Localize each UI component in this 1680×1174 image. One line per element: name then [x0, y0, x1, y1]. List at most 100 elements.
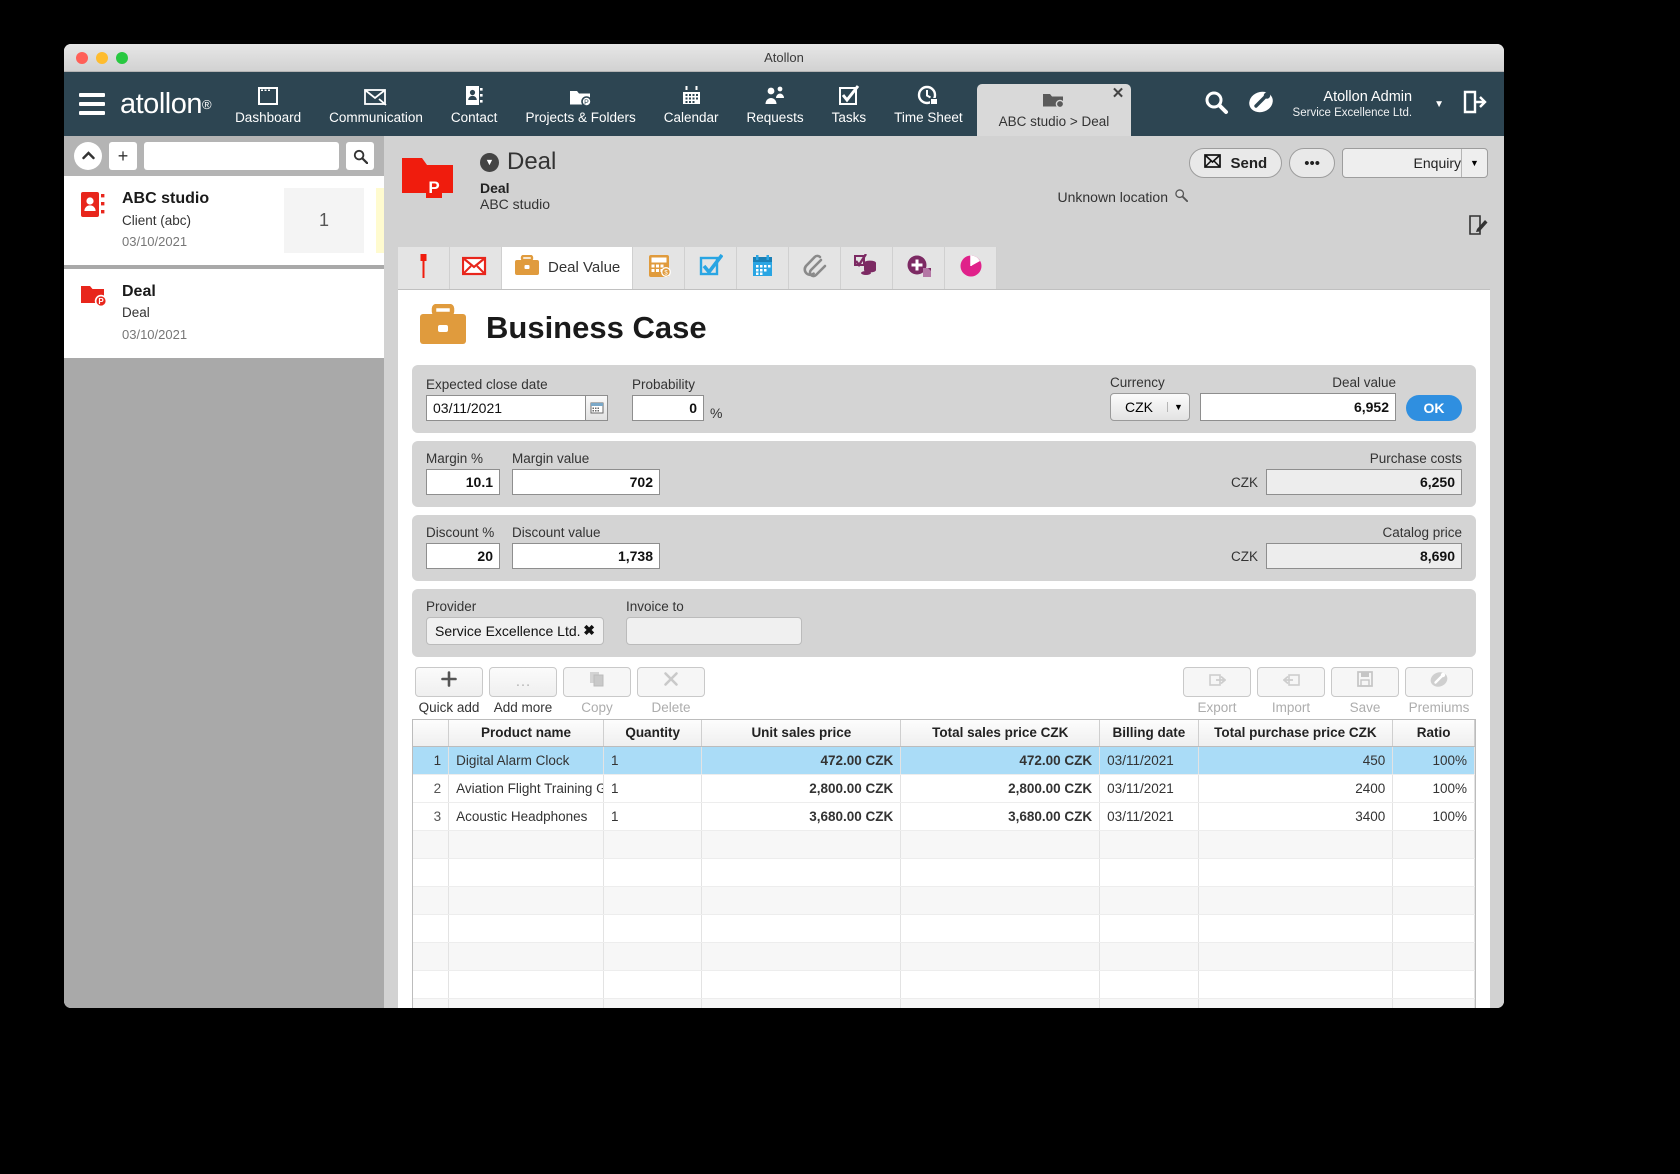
cell-qty[interactable]: 1: [603, 774, 703, 803]
open-record-tab[interactable]: ✕ ABC studio > Deal: [976, 84, 1132, 136]
add-more-button[interactable]: …: [489, 666, 557, 697]
col-quantity[interactable]: Quantity: [603, 719, 703, 747]
deal-value-label: Deal value: [1332, 374, 1396, 390]
cell-empty: [413, 914, 450, 943]
cell-unit-price[interactable]: 3,680.00 CZK: [701, 802, 902, 831]
add-record-button[interactable]: +: [109, 142, 137, 170]
list-item[interactable]: ABC studio Client (abc) 03/10/2021 1: [64, 176, 384, 269]
global-search-icon[interactable]: [1203, 89, 1229, 120]
cell-total-price[interactable]: 2,800.00 CZK: [900, 774, 1101, 803]
cell-qty[interactable]: 1: [603, 746, 703, 775]
sidebar-search-icon[interactable]: [346, 142, 374, 170]
cell-billing-date[interactable]: 03/11/2021: [1099, 802, 1199, 831]
probability-input[interactable]: [632, 394, 704, 421]
col-unit-sales-price[interactable]: Unit sales price: [701, 719, 902, 747]
clear-provider-icon[interactable]: ✖: [583, 622, 595, 639]
quick-add-button[interactable]: [415, 666, 483, 697]
expected-close-date-input[interactable]: [426, 394, 586, 421]
table-row[interactable]: 1 Digital Alarm Clock 1 472.00 CZK 472.0…: [413, 746, 1475, 775]
currency-select[interactable]: CZK ▼: [1110, 392, 1190, 421]
margin-pct-input[interactable]: [426, 468, 500, 495]
cell-total-price[interactable]: 3,680.00 CZK: [900, 802, 1101, 831]
cell-empty: [1099, 914, 1199, 943]
tab-calendar[interactable]: [737, 246, 790, 289]
nav-item-projects-folders[interactable]: P Projects & Folders: [511, 72, 649, 136]
provider-value-chip[interactable]: Service Excellence Ltd. ✖: [426, 616, 604, 645]
nav-item-dashboard[interactable]: Dashboard: [221, 72, 315, 136]
cell-empty: [900, 970, 1101, 999]
discount-value-input[interactable]: [512, 542, 660, 569]
cell-product[interactable]: Aviation Flight Training Gl: [448, 774, 604, 803]
discount-pct-input[interactable]: [426, 542, 500, 569]
cell-qty[interactable]: 1: [603, 802, 703, 831]
table-row-empty[interactable]: [413, 998, 1475, 1008]
user-menu[interactable]: Atollon Admin Service Excellence Ltd.: [1293, 88, 1413, 121]
cell-billing-date[interactable]: 03/11/2021: [1099, 746, 1199, 775]
tab-pin[interactable]: [398, 246, 450, 289]
invoice-to-input[interactable]: [626, 616, 802, 645]
cell-total-price[interactable]: 472.00 CZK: [900, 746, 1101, 775]
nav-item-time-sheet[interactable]: Time Sheet: [880, 72, 977, 136]
nav-item-calendar[interactable]: Calendar: [650, 72, 733, 136]
table-row-empty[interactable]: [413, 914, 1475, 943]
table-row[interactable]: 2 Aviation Flight Training Gl 1 2,800.00…: [413, 774, 1475, 803]
calendar-picker-icon[interactable]: [586, 394, 608, 421]
ok-button[interactable]: OK: [1406, 394, 1462, 421]
cell-product[interactable]: Acoustic Headphones: [448, 802, 604, 831]
close-tab-icon[interactable]: ✕: [1112, 86, 1125, 101]
purchase-costs-input[interactable]: [1266, 468, 1462, 495]
collapse-up-button[interactable]: [74, 142, 102, 170]
tab-attachments[interactable]: [789, 246, 842, 289]
catalog-price-input[interactable]: [1266, 542, 1462, 569]
settings-wrench-icon[interactable]: [1247, 89, 1275, 120]
table-row-empty[interactable]: [413, 886, 1475, 915]
sidebar-search-input[interactable]: [144, 142, 339, 170]
chevron-down-icon[interactable]: ▼: [1461, 149, 1487, 177]
cell-unit-price[interactable]: 2,800.00 CZK: [701, 774, 902, 803]
cell-unit-price[interactable]: 472.00 CZK: [701, 746, 902, 775]
tab-pie-chart[interactable]: [945, 246, 998, 289]
table-row-empty[interactable]: [413, 830, 1475, 859]
table-row-empty[interactable]: [413, 942, 1475, 971]
cell-purchase-price[interactable]: 450: [1198, 746, 1394, 775]
nav-item-requests[interactable]: Requests: [733, 72, 818, 136]
cell-ratio[interactable]: 100%: [1392, 802, 1475, 831]
record-location[interactable]: Unknown location: [1057, 188, 1189, 205]
quick-add-action[interactable]: Quick add: [412, 666, 486, 715]
table-row[interactable]: 3 Acoustic Headphones 1 3,680.00 CZK 3,6…: [413, 802, 1475, 831]
tab-deal-value[interactable]: Deal Value: [502, 246, 634, 289]
hamburger-menu-icon[interactable]: [64, 72, 120, 136]
edit-document-icon[interactable]: [1057, 214, 1488, 240]
deal-value-input[interactable]: [1200, 392, 1396, 421]
cell-ratio[interactable]: 100%: [1392, 774, 1475, 803]
add-more-action[interactable]: … Add more: [486, 666, 560, 715]
more-actions-button[interactable]: •••: [1289, 148, 1335, 178]
col-product-name[interactable]: Product name: [448, 719, 604, 747]
col-total-sales-price[interactable]: Total sales price CZK: [900, 719, 1101, 747]
col-total-purchase-price[interactable]: Total purchase price CZK: [1198, 719, 1394, 747]
chevron-down-icon[interactable]: ▼: [1167, 401, 1189, 412]
cell-product[interactable]: Digital Alarm Clock: [448, 746, 604, 775]
nav-item-communication[interactable]: Communication: [315, 72, 437, 136]
send-button[interactable]: Send: [1188, 148, 1283, 178]
col-ratio[interactable]: Ratio: [1392, 719, 1475, 747]
table-row-empty[interactable]: [413, 858, 1475, 887]
tab-tasks[interactable]: [685, 246, 738, 289]
table-row-empty[interactable]: [413, 970, 1475, 999]
status-select[interactable]: Enquiry ▼: [1342, 148, 1488, 178]
col-billing-date[interactable]: Billing date: [1099, 719, 1199, 747]
list-item[interactable]: P Deal Deal 03/10/2021: [64, 268, 384, 362]
tab-database-check[interactable]: [841, 246, 894, 289]
margin-value-input[interactable]: [512, 468, 660, 495]
cell-purchase-price[interactable]: 3400: [1198, 802, 1394, 831]
tab-calculator[interactable]: $: [633, 246, 686, 289]
tab-mail[interactable]: [450, 246, 502, 289]
logout-icon[interactable]: [1462, 90, 1488, 119]
nav-item-contact[interactable]: Contact: [437, 72, 512, 136]
cell-billing-date[interactable]: 03/11/2021: [1099, 774, 1199, 803]
tab-add-circle[interactable]: [893, 246, 946, 289]
nav-item-tasks[interactable]: Tasks: [818, 72, 881, 136]
cell-ratio[interactable]: 100%: [1392, 746, 1475, 775]
user-menu-chevron-down-icon[interactable]: ▼: [1434, 99, 1444, 110]
cell-purchase-price[interactable]: 2400: [1198, 774, 1394, 803]
